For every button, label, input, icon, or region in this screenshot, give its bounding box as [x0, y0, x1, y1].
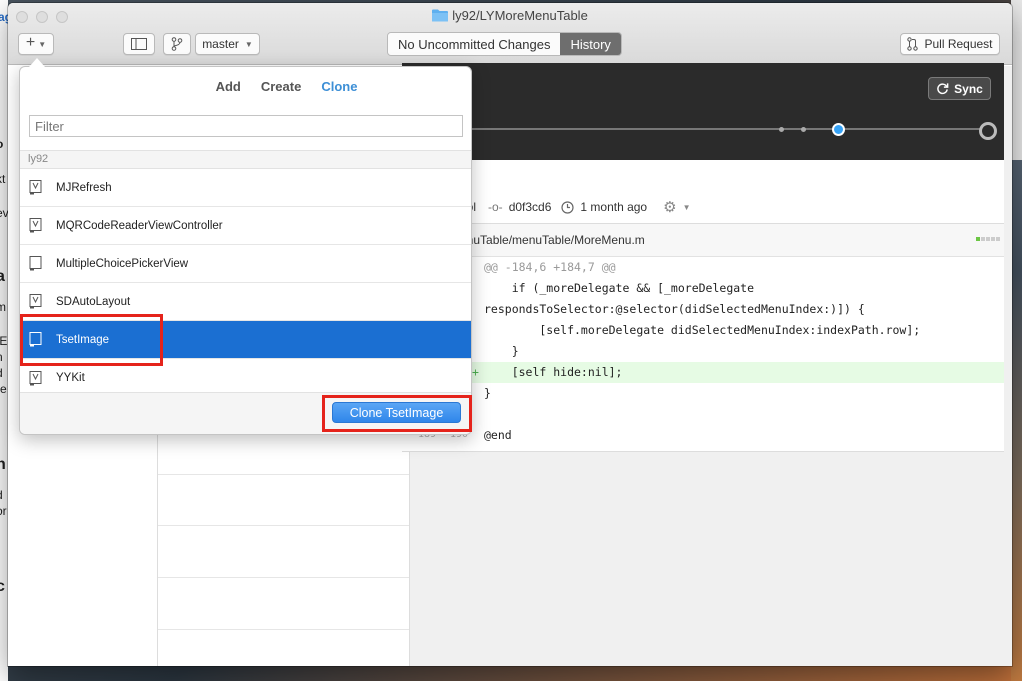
diffstat-neutral-block: [986, 237, 990, 241]
diffstat-neutral-block: [991, 237, 995, 241]
diff-code: @end: [484, 428, 512, 442]
folder-icon: [432, 9, 449, 22]
diff-line: }: [402, 341, 1004, 362]
pull-request-button[interactable]: Pull Request: [900, 33, 1000, 55]
owner-group-header: ly92: [20, 150, 471, 169]
tab-clone[interactable]: Clone: [321, 79, 357, 94]
repo-name: MQRCodeReaderViewController: [56, 219, 223, 232]
file-path: enuTable/menuTable/MoreMenu.m: [460, 233, 645, 247]
sidebar-icon: [131, 38, 147, 50]
chevron-down-icon[interactable]: ▼: [683, 203, 691, 212]
repo-name: SDAutoLayout: [56, 295, 131, 308]
diff-added-line: + [self hide:nil];: [402, 362, 1004, 383]
gear-icon[interactable]: ⚙: [663, 198, 676, 216]
timeline-point[interactable]: [779, 127, 784, 132]
list-divider: [158, 474, 409, 475]
diffstat-added-block: [976, 237, 980, 241]
toggle-sidebar-button[interactable]: [123, 33, 155, 55]
diff-code: respondsToSelector:@selector(didSelected…: [484, 302, 865, 316]
panel-tabs: Add Create Clone: [20, 79, 473, 94]
tab-history[interactable]: History: [560, 33, 621, 55]
add-repository-button[interactable]: + ▼: [18, 33, 54, 55]
commit-sha[interactable]: d0f3cd6: [509, 200, 552, 214]
repo-icon: [29, 180, 42, 195]
history-timeline: [402, 128, 982, 130]
clock-icon: [561, 200, 574, 214]
pull-request-label: Pull Request: [924, 37, 993, 51]
diff-code: }: [484, 344, 519, 358]
add-repository-panel: Add Create Clone ly92 MJRefresh MQRCodeR…: [19, 66, 472, 435]
commit-time: 1 month ago: [580, 200, 648, 214]
title-bar: ly92/LYMoreMenuTable + ▼ master ▼ No Unc…: [8, 3, 1012, 65]
panel-caret: [29, 58, 45, 67]
repo-title: ly92/LYMoreMenuTable: [452, 8, 588, 23]
diff-code: @@ -184,6 +184,7 @@: [484, 260, 616, 274]
repo-icon: [29, 256, 42, 271]
branch-icon: [171, 37, 183, 51]
highlight-selected-repo: [20, 314, 163, 366]
background-window-right: [1011, 0, 1022, 160]
highlight-clone-button: [322, 395, 472, 432]
list-divider: [158, 629, 409, 630]
plus-icon: +: [25, 34, 36, 51]
background-window-left: ag o kt ev a m IE n d re n d or c t: [0, 0, 8, 681]
sync-button[interactable]: Sync: [928, 77, 991, 100]
branch-name: master: [202, 37, 239, 51]
repo-name: YYKit: [56, 372, 85, 384]
list-divider: [158, 577, 409, 578]
view-segmented-control: No Uncommitted Changes History: [387, 32, 622, 56]
repo-item[interactable]: MultipleChoicePickerView: [20, 245, 471, 283]
diff-line: 189 190 @end: [402, 425, 1004, 446]
diff-line: }: [402, 383, 1004, 404]
list-divider: [158, 525, 409, 526]
diffstat-neutral-block: [996, 237, 1000, 241]
tab-create[interactable]: Create: [261, 79, 301, 94]
repo-icon: [29, 218, 42, 233]
tab-uncommitted-changes[interactable]: No Uncommitted Changes: [388, 33, 561, 55]
repo-icon: [29, 370, 42, 385]
commit-meta: pol -o- d0f3cd6 1 month ago ⚙ ▼: [460, 198, 690, 216]
diffstat-neutral-block: [981, 237, 985, 241]
diff-code: [self hide:nil];: [484, 365, 623, 379]
sync-label: Sync: [954, 81, 983, 96]
repo-item[interactable]: MQRCodeReaderViewController: [20, 207, 471, 245]
diff-code: }: [484, 386, 491, 400]
timeline-current-point[interactable]: [832, 123, 845, 136]
repo-icon: [29, 294, 42, 309]
chevron-down-icon: ▼: [244, 39, 253, 49]
chevron-down-icon: ▼: [38, 39, 47, 49]
diff-view: @@ -184,6 +184,7 @@ if (_moreDelegate &&…: [402, 257, 1004, 452]
repo-name: MultipleChoicePickerView: [56, 257, 189, 270]
diff-line: [self.moreDelegate didSelectedMenuIndex:…: [402, 320, 1004, 341]
history-header: [402, 63, 1004, 160]
diff-line: if (_moreDelegate && [_moreDelegate: [402, 278, 1004, 299]
timeline-point[interactable]: [801, 127, 806, 132]
pull-request-icon: [907, 37, 919, 51]
window-title: ly92/LYMoreMenuTable: [8, 8, 1012, 23]
diff-hunk-header: @@ -184,6 +184,7 @@: [402, 257, 1004, 278]
diff-code: [self.moreDelegate didSelectedMenuIndex:…: [484, 323, 921, 337]
filter-input[interactable]: [29, 115, 463, 137]
repo-item[interactable]: MJRefresh: [20, 169, 471, 207]
create-branch-button[interactable]: [163, 33, 191, 55]
commit-icon: -o-: [488, 200, 503, 214]
branch-select[interactable]: master ▼: [195, 33, 260, 55]
diff-line: [402, 404, 1004, 425]
diff-add-marker: +: [472, 365, 479, 379]
tab-add[interactable]: Add: [216, 79, 241, 94]
sync-icon: [937, 83, 949, 95]
timeline-end-point[interactable]: [979, 122, 997, 140]
repo-name: MJRefresh: [56, 181, 112, 194]
diff-line: respondsToSelector:@selector(didSelected…: [402, 299, 1004, 320]
diff-code: if (_moreDelegate && [_moreDelegate: [484, 281, 755, 295]
